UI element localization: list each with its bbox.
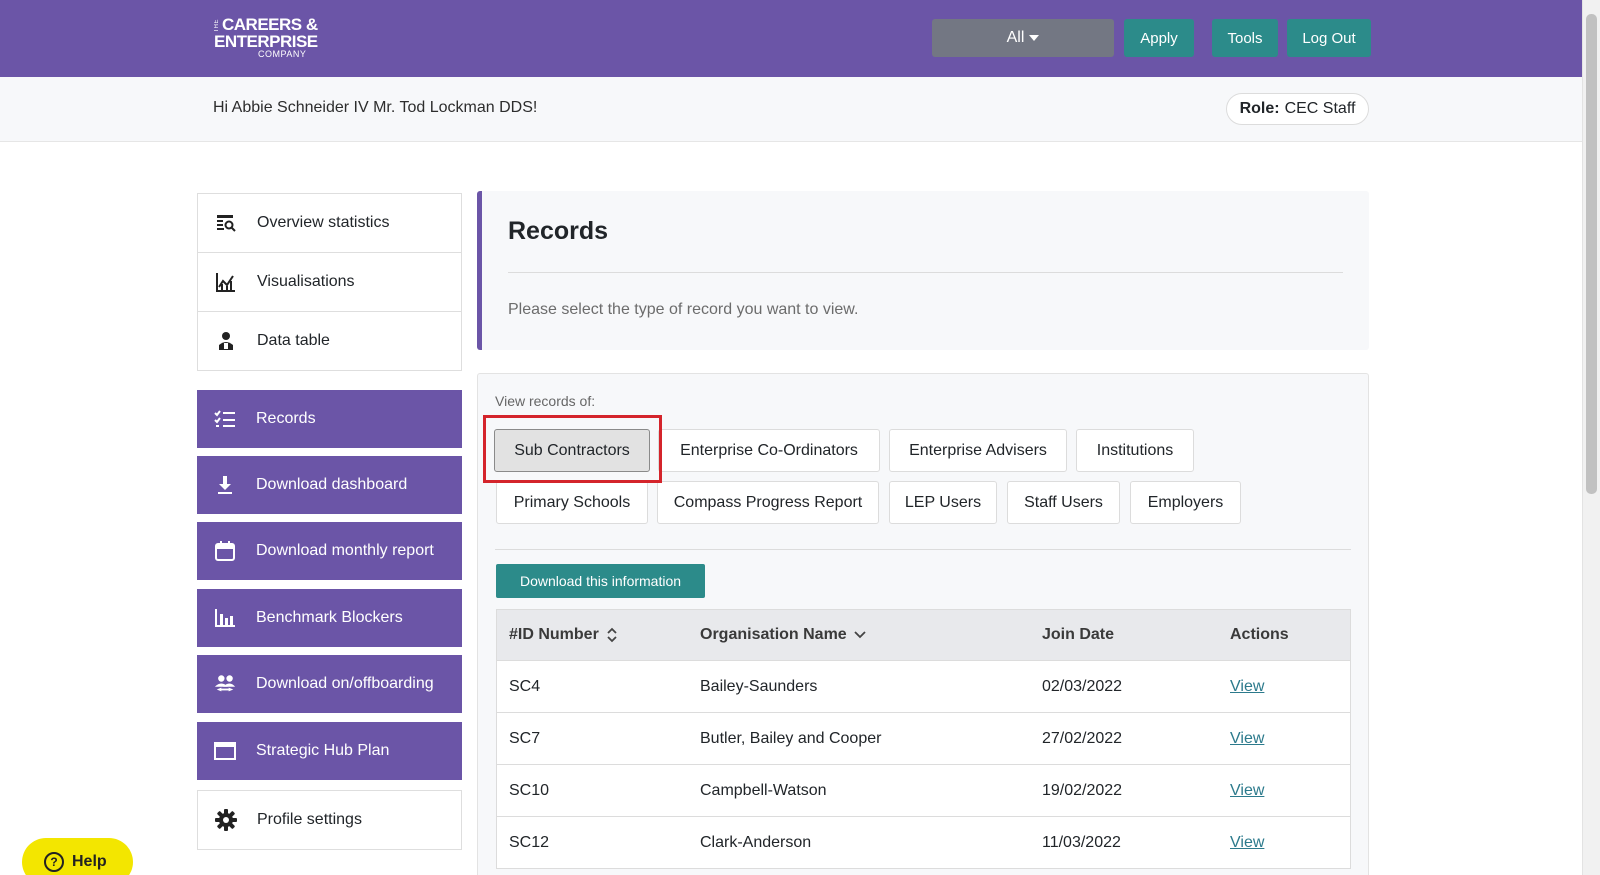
table-row: SC10 Campbell-Watson 19/02/2022 View: [496, 765, 1351, 817]
cell-organisation: Bailey-Saunders: [700, 677, 818, 695]
role-value: CEC Staff: [1284, 100, 1356, 117]
chip-institutions[interactable]: Institutions: [1076, 429, 1194, 472]
greeting-bar: Hi Abbie Schneider IV Mr. Tod Lockman DD…: [0, 77, 1582, 142]
role-label: Role:: [1239, 100, 1280, 117]
sidebar-item-label: Strategic Hub Plan: [256, 742, 390, 759]
window-icon: [214, 740, 236, 762]
column-header-label: Organisation Name: [700, 626, 847, 643]
sidebar-item-label: Download on/offboarding: [256, 675, 434, 692]
page-subtitle: Please select the type of record you wan…: [508, 301, 859, 318]
logo-line-1: CAREERS &: [222, 15, 318, 34]
cell-join-date: 27/02/2022: [1042, 729, 1123, 747]
page-scrollbar[interactable]: [1582, 0, 1600, 875]
chart-icon: [215, 271, 237, 293]
list-icon: [214, 408, 236, 430]
table-row: SC12 Clark-Anderson 11/03/2022 View: [496, 817, 1351, 869]
sidebar-item-strategic-hub-plan[interactable]: Strategic Hub Plan: [197, 722, 462, 780]
page-title: Records: [508, 217, 609, 245]
panel-divider: [495, 549, 1351, 550]
view-records-label: View records of:: [495, 393, 596, 409]
cell-id: SC12: [509, 833, 550, 851]
view-link[interactable]: View: [1230, 678, 1264, 696]
chevron-down-icon: [854, 631, 866, 639]
cell-join-date: 19/02/2022: [1042, 781, 1123, 799]
chip-compass-progress-report[interactable]: Compass Progress Report: [657, 481, 879, 524]
sidebar-item-records[interactable]: Records: [197, 390, 462, 448]
table-row: SC4 Bailey-Saunders 02/03/2022 View: [496, 661, 1351, 713]
chip-lep-users[interactable]: LEP Users: [889, 481, 997, 524]
cell-id: SC7: [509, 729, 541, 747]
sort-icon: [607, 627, 617, 643]
divider: [508, 272, 1343, 273]
download-icon: [214, 474, 236, 496]
help-label: Help: [72, 853, 107, 870]
table-header: #ID Number Organisation Name Join Date A…: [496, 609, 1351, 661]
sidebar-item-label: Benchmark Blockers: [256, 609, 403, 626]
cell-organisation: Clark-Anderson: [700, 833, 812, 851]
chip-employers[interactable]: Employers: [1130, 481, 1241, 524]
records-header-card: Records Please select the type of record…: [477, 191, 1369, 350]
logo-line-2: ENTERPRISE: [214, 32, 318, 51]
column-header-join-date: Join Date: [1042, 626, 1115, 643]
scrollbar-thumb[interactable]: [1586, 14, 1597, 494]
download-information-button[interactable]: Download this information: [496, 564, 705, 598]
sidebar-item-data-table[interactable]: Data table: [197, 311, 462, 371]
chip-enterprise-advisers[interactable]: Enterprise Advisers: [889, 429, 1067, 472]
apply-button[interactable]: Apply: [1124, 19, 1194, 57]
cell-join-date: 11/03/2022: [1042, 833, 1121, 851]
chip-primary-schools[interactable]: Primary Schools: [496, 481, 648, 524]
cec-logo[interactable]: THE CAREERS & ENTERPRISE COMPANY: [214, 16, 318, 59]
cell-join-date: 02/03/2022: [1042, 677, 1123, 695]
sidebar-item-label: Download dashboard: [256, 476, 408, 493]
sidebar-item-benchmark-blockers[interactable]: Benchmark Blockers: [197, 589, 462, 647]
column-header-label: #ID Number: [509, 626, 599, 643]
records-table: #ID Number Organisation Name Join Date A…: [496, 609, 1351, 869]
sidebar-item-download-monthly-report[interactable]: Download monthly report: [197, 522, 462, 580]
cell-id: SC4: [509, 677, 541, 695]
hub-filter-dropdown[interactable]: All: [932, 19, 1114, 57]
caret-down-icon: [1029, 35, 1040, 41]
overview-stats-icon: [215, 212, 237, 234]
sidebar-item-label: Records: [256, 410, 316, 427]
sidebar-item-download-dashboard[interactable]: Download dashboard: [197, 456, 462, 514]
question-icon: ?: [44, 852, 64, 872]
sidebar-item-visualisations[interactable]: Visualisations: [197, 252, 462, 312]
logout-button[interactable]: Log Out: [1287, 19, 1371, 57]
sidebar-item-overview-statistics[interactable]: Overview statistics: [197, 193, 462, 253]
sidebar-item-label: Data table: [257, 332, 330, 349]
sidebar-item-label: Visualisations: [257, 273, 355, 290]
view-link[interactable]: View: [1230, 730, 1264, 748]
sidebar-item-label: Overview statistics: [257, 214, 390, 231]
sidebar-item-label: Profile settings: [257, 811, 362, 828]
sidebar-item-label: Download monthly report: [256, 542, 434, 559]
cell-organisation: Campbell-Watson: [700, 781, 827, 799]
table-row: SC7 Butler, Bailey and Cooper 27/02/2022…: [496, 713, 1351, 765]
chip-staff-users[interactable]: Staff Users: [1007, 481, 1120, 524]
help-button[interactable]: ? Help: [22, 838, 133, 875]
selection-highlight: [483, 415, 662, 483]
role-badge: Role: CEC Staff: [1226, 93, 1369, 125]
tools-button[interactable]: Tools: [1212, 19, 1278, 57]
bar-chart-icon: [214, 607, 236, 629]
logo-the: THE: [214, 19, 220, 33]
calendar-icon: [214, 540, 236, 562]
gear-icon: [215, 809, 237, 831]
view-link[interactable]: View: [1230, 834, 1264, 852]
column-header-actions: Actions: [1230, 626, 1289, 643]
view-link[interactable]: View: [1230, 782, 1264, 800]
top-navbar: THE CAREERS & ENTERPRISE COMPANY All App…: [0, 0, 1582, 77]
sidebar-item-profile-settings[interactable]: Profile settings: [197, 790, 462, 850]
people-icon: [214, 673, 236, 695]
column-header-organisation[interactable]: Organisation Name: [700, 610, 866, 660]
person-table-icon: [215, 330, 237, 352]
sidebar-item-download-onoffboarding[interactable]: Download on/offboarding: [197, 655, 462, 713]
logo-line-3: COMPANY: [258, 49, 307, 59]
hub-filter-label: All: [1006, 29, 1025, 46]
greeting-text: Hi Abbie Schneider IV Mr. Tod Lockman DD…: [213, 99, 538, 116]
cell-organisation: Butler, Bailey and Cooper: [700, 729, 882, 747]
column-header-id[interactable]: #ID Number: [509, 610, 617, 660]
chip-enterprise-coordinators[interactable]: Enterprise Co-Ordinators: [658, 429, 880, 472]
cell-id: SC10: [509, 781, 550, 799]
